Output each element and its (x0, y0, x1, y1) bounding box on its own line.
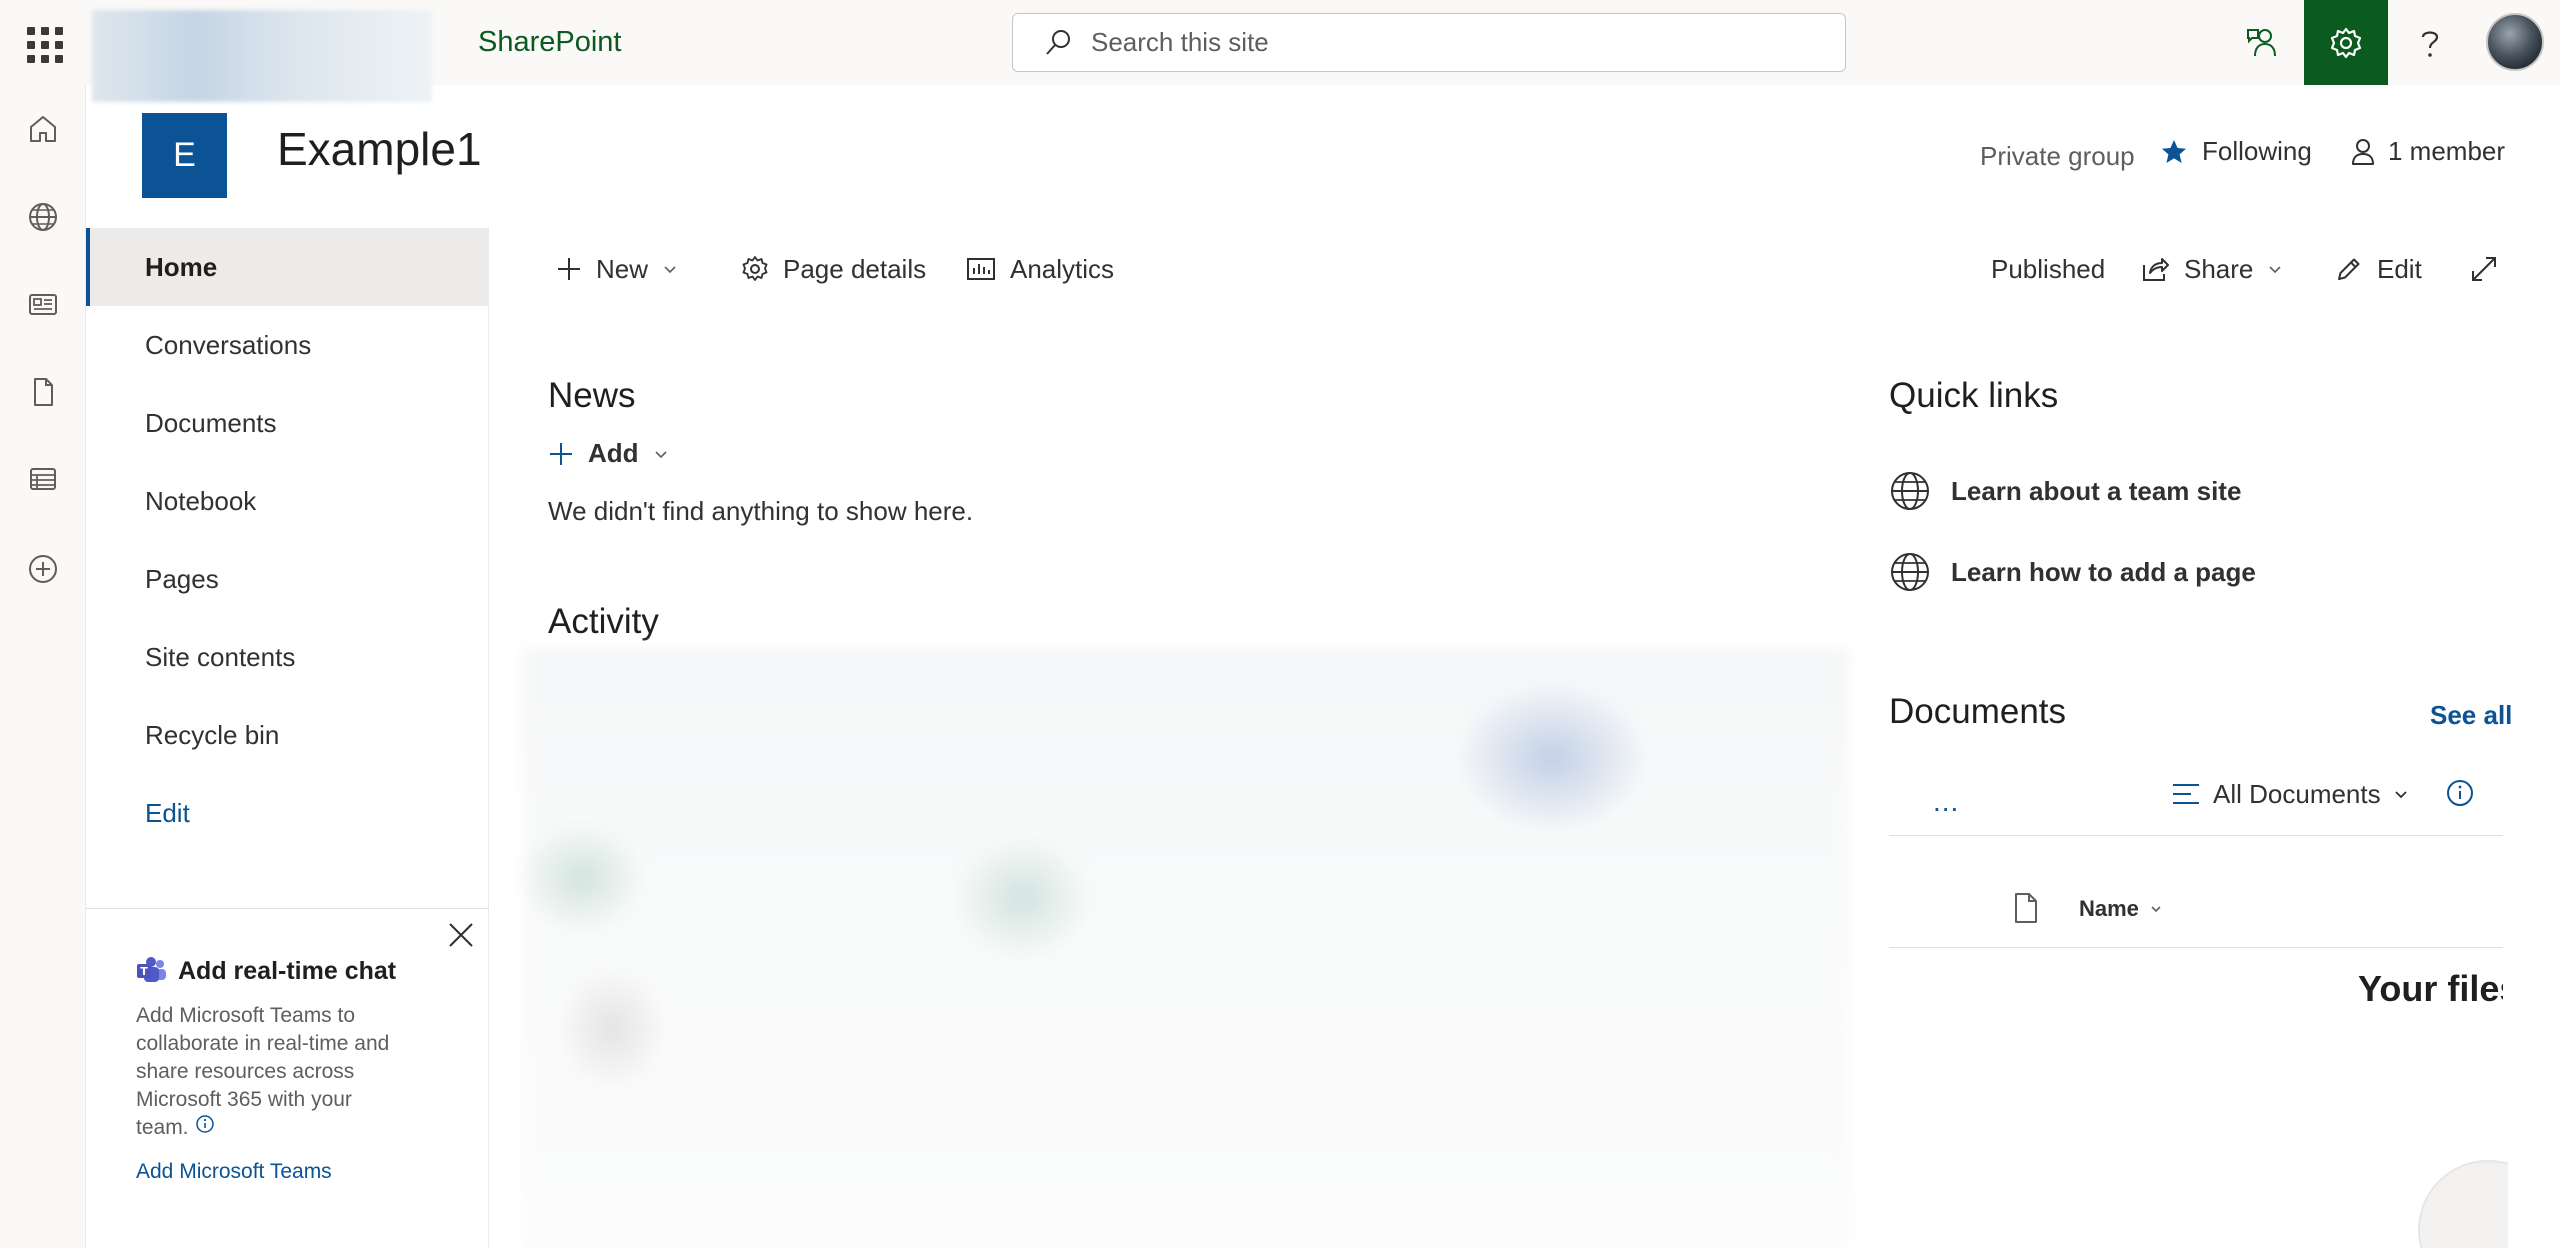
analytics-label: Analytics (1010, 253, 1115, 284)
svg-text:T: T (140, 965, 148, 978)
name-column-label: Name (2079, 896, 2139, 921)
create-icon[interactable] (20, 546, 66, 592)
file-type-icon (2015, 893, 2037, 923)
site-logo[interactable]: E (142, 113, 227, 198)
pencil-icon (2338, 258, 2360, 280)
news-heading: News (548, 376, 636, 415)
following-label: Following (2202, 136, 2312, 166)
site-title[interactable]: Example1 (277, 122, 482, 176)
expand-icon[interactable] (2470, 248, 2498, 290)
files-icon[interactable] (20, 369, 66, 415)
nav-edit-link[interactable]: Edit (86, 774, 489, 852)
following-button[interactable]: Following (2160, 136, 2312, 167)
quick-link-team-site[interactable]: Learn about a team site (1889, 470, 2241, 512)
chevron-down-icon (654, 450, 667, 458)
search-input[interactable] (1091, 27, 1791, 58)
quick-link-add-page[interactable]: Learn how to add a page (1889, 551, 2256, 593)
nav-item-home[interactable]: Home (86, 228, 489, 306)
teams-promo-body: Add Microsoft Teams to collaborate in re… (136, 1002, 406, 1142)
published-label: Published (1991, 253, 2106, 284)
feedback-icon[interactable] (2220, 0, 2304, 85)
members-label: 1 member (2388, 136, 2506, 166)
nav-item-conversations[interactable]: Conversations (86, 306, 489, 384)
edit-page-button[interactable]: Edit (2335, 248, 2422, 290)
settings-gear-icon[interactable] (2304, 0, 2388, 85)
quick-link-label: Learn about a team site (1951, 475, 2242, 506)
members-button[interactable]: 1 member (2350, 136, 2505, 167)
app-bar (0, 85, 86, 1248)
nav-item-site-contents[interactable]: Site contents (86, 618, 489, 696)
help-icon[interactable] (2388, 0, 2472, 85)
edit-label: Edit (2377, 253, 2422, 284)
documents-column-header: Name (1889, 876, 2503, 948)
teams-icon: T (137, 957, 166, 982)
chevron-down-icon (2394, 791, 2407, 799)
activity-feed (522, 648, 1850, 1248)
news-icon[interactable] (20, 281, 66, 327)
page-details-label: Page details (783, 253, 927, 284)
settings-icon (742, 256, 768, 281)
plus-icon (558, 258, 580, 280)
nav-divider (86, 908, 489, 909)
person-icon (2352, 138, 2374, 165)
share-label: Share (2184, 253, 2254, 284)
home-icon[interactable] (20, 106, 66, 152)
view-selector-label: All Documents (2213, 778, 2381, 809)
info-icon[interactable] (195, 1114, 215, 1142)
nav-item-pages[interactable]: Pages (86, 540, 489, 618)
quick-link-label: Learn how to add a page (1951, 556, 2256, 587)
globe-icon[interactable] (20, 194, 66, 240)
empty-files-illustration (2418, 1110, 2508, 1248)
suite-bar: SharePoint (0, 0, 2560, 102)
news-empty-message: We didn't find anything to show here. (548, 496, 974, 526)
documents-toolbar: ... All Documents (1889, 776, 2503, 836)
teams-promo-body-text: Add Microsoft Teams to collaborate in re… (136, 1004, 390, 1139)
quick-links-heading: Quick links (1889, 376, 2059, 415)
chevron-down-icon (2269, 266, 2281, 274)
nav-item-recycle-bin[interactable]: Recycle bin (86, 696, 489, 774)
new-button[interactable]: New (556, 248, 678, 290)
new-label: New (596, 253, 649, 284)
documents-heading: Documents (1889, 692, 2067, 731)
organization-logo (92, 10, 432, 102)
app-name[interactable]: SharePoint (478, 26, 622, 59)
chevron-down-icon (2151, 906, 2161, 913)
published-status: Published (1991, 248, 2105, 290)
see-all-link[interactable]: See all (2430, 700, 2512, 731)
info-icon[interactable] (2445, 778, 2475, 813)
globe-icon (1891, 553, 1929, 591)
lists-icon[interactable] (20, 456, 66, 502)
user-avatar[interactable] (2486, 13, 2544, 71)
add-news-label: Add (588, 438, 639, 468)
chevron-down-icon (664, 266, 676, 274)
empty-files-title: Your files (2358, 968, 2503, 1009)
teams-promo-title-text: Add real-time chat (178, 956, 397, 985)
star-filled-icon (2162, 139, 2186, 163)
view-selector[interactable]: All Documents (2171, 776, 2409, 812)
activity-heading: Activity (548, 602, 659, 641)
privacy-label: Private group (1980, 141, 2135, 171)
add-teams-link[interactable]: Add Microsoft Teams (136, 1160, 476, 1184)
nav-item-notebook[interactable]: Notebook (86, 462, 489, 540)
search-box[interactable] (1012, 13, 1846, 72)
close-icon[interactable] (446, 920, 476, 950)
search-icon (1046, 29, 1070, 55)
teams-promo-title: T Add real-time chat (136, 956, 476, 986)
globe-icon (1891, 472, 1929, 510)
analytics-button[interactable]: Analytics (966, 248, 1114, 290)
add-news-button[interactable]: Add (548, 438, 669, 469)
view-list-icon (2173, 784, 2199, 804)
share-icon (2143, 258, 2169, 281)
share-button[interactable]: Share (2140, 248, 2283, 290)
teams-promo-card: T Add real-time chat Add Microsoft Teams… (136, 956, 476, 1184)
plus-icon (550, 442, 572, 465)
left-navigation: Home Conversations Documents Notebook Pa… (86, 228, 489, 1248)
analytics-icon (967, 258, 995, 280)
name-column-header[interactable]: Name (2079, 896, 2163, 922)
app-launcher-icon[interactable] (22, 22, 63, 63)
page-details-button[interactable]: Page details (741, 248, 926, 290)
nav-item-documents[interactable]: Documents (86, 384, 489, 462)
more-options-button[interactable]: ... (1933, 786, 1959, 818)
